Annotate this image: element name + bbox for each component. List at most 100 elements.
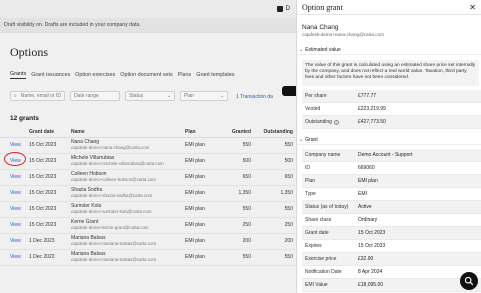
row-value: Ordinary xyxy=(358,217,378,223)
row-value: £18,095.00 xyxy=(358,282,384,288)
table-row: View 15 Oct 2023 Kerrie Grant capdesk-demo+… xyxy=(0,217,296,234)
table-row: View 15 Oct 2023 Shazia Sodha capdesk-demo+… xyxy=(0,185,296,202)
granted-cell: 500 xyxy=(221,153,255,170)
search-input[interactable]: ⌕ Name, email or ID xyxy=(10,91,65,101)
grant-detail-row: Notification Date 8 Apr 2024 xyxy=(302,266,481,279)
table-row: View 15 Oct 2023 Colleen Hobson capdesk-dem… xyxy=(0,169,296,186)
name-cell: Surinder Kola capdesk-demo+surinder-kola@… xyxy=(71,201,185,218)
granted-cell: 550 xyxy=(221,201,255,218)
grant-detail-row: Exercise price £32.90 xyxy=(302,253,481,266)
status-select[interactable]: Status ⌄ xyxy=(125,91,175,101)
grant-detail-row: EMI Value £18,095.00 xyxy=(302,279,481,292)
close-icon[interactable]: ✕ xyxy=(469,3,476,12)
row-label: Outstanding i xyxy=(302,119,358,125)
row-value: 8 Apr 2024 xyxy=(358,269,383,275)
row-label: Per share xyxy=(302,93,358,99)
view-link[interactable]: View xyxy=(0,201,29,218)
grant-section-header[interactable]: ⌄ Grant xyxy=(297,135,481,145)
granted-cell: 250 xyxy=(221,217,255,234)
grant-date-cell: 15 Oct 2023 xyxy=(29,169,71,186)
view-link[interactable]: View xyxy=(0,169,29,186)
granted-cell: 550 xyxy=(221,137,255,154)
tab-grant-templates[interactable]: Grant templates xyxy=(196,72,234,78)
row-value: EMI xyxy=(358,191,367,197)
col-header-plan[interactable]: Plan xyxy=(185,127,221,138)
chevron-down-icon: ⌄ xyxy=(299,46,304,53)
option-grant-panel: Option grant ✕ Nana Chang capdesk-demo+n… xyxy=(296,0,481,293)
highlight-circle xyxy=(4,152,26,166)
holder-info: Nana Chang capdesk-demo+nana-chang@carta… xyxy=(297,15,481,45)
row-value: 15 Oct 2033 xyxy=(358,243,386,249)
row-label: Vested xyxy=(302,106,358,112)
page-title: Options xyxy=(10,45,49,59)
chevron-down-icon: ⌄ xyxy=(299,136,304,143)
date-range-input[interactable]: Date range xyxy=(70,91,120,101)
col-header-granted[interactable]: Granted xyxy=(221,127,255,138)
tab-plans[interactable]: Plans xyxy=(178,72,192,78)
view-link[interactable]: View xyxy=(0,249,29,266)
search-icon: ⌕ xyxy=(14,93,17,99)
name-cell: Colleen Hobson capdesk-demo+colleen-hobso… xyxy=(71,169,185,186)
grant-date-cell: 15 Oct 2023 xyxy=(29,185,71,202)
table-row: View 1 Dec 2023 Mariana Balsas capdesk-demo… xyxy=(0,233,296,250)
outstanding-cell: 550 xyxy=(255,249,296,266)
name-cell: Mariana Balsas capdesk-demo+mariana-balsa… xyxy=(71,249,185,266)
col-header-name[interactable]: Name xyxy=(71,127,185,138)
outstanding-cell: 500 xyxy=(255,153,296,170)
grant-date-cell: 15 Oct 2023 xyxy=(29,217,71,234)
view-link[interactable]: View xyxy=(0,233,29,250)
view-link[interactable]: View xyxy=(0,185,29,202)
estimated-value-row: Vested £223,219.99 xyxy=(302,103,481,116)
row-value: EMI plan xyxy=(358,178,378,184)
view-link[interactable]: View xyxy=(0,137,29,154)
grant-detail-row: ID 669060 xyxy=(302,162,481,175)
topbar-letter: D xyxy=(285,6,290,12)
holder-email: capdesk-demo+kerrie-grant@carta.com xyxy=(71,225,149,230)
view-link[interactable]: View xyxy=(0,217,29,234)
grant-details-list: Company name Demo Account - Support ID 6690… xyxy=(297,149,481,293)
outstanding-cell: 200 xyxy=(255,233,296,250)
holder-email: capdesk-demo+nana-chang@carta.com xyxy=(71,145,150,150)
col-header-outstanding[interactable]: Outstanding xyxy=(255,127,296,138)
estimated-value-note: The value of this grant is calculated us… xyxy=(302,60,479,86)
plan-cell: EMI plan xyxy=(185,169,221,186)
row-label-text: Per share xyxy=(305,93,327,99)
search-fab-button[interactable] xyxy=(460,272,478,290)
holder-email: capdesk-demo+mariana-balsas@carta.com xyxy=(71,241,157,246)
row-label: Grant date xyxy=(305,230,329,236)
plan-select[interactable]: Plan ⌄ xyxy=(180,91,228,101)
row-value: Active xyxy=(358,204,372,210)
table-row: View 15 Oct 2023 Surinder Kola capdesk-demo… xyxy=(0,201,296,218)
estimated-value-section-header[interactable]: ⌄ Estimated value xyxy=(297,45,481,55)
grant-count: 12 grants xyxy=(10,115,39,122)
row-label: Company name xyxy=(305,152,341,158)
tab-option-document-sets[interactable]: Option document sets xyxy=(120,72,172,78)
grant-date-cell: 15 Oct 2023 xyxy=(29,153,71,170)
plan-cell: EMI plan xyxy=(185,249,221,266)
plan-cell: EMI plan xyxy=(185,137,221,154)
row-label: Expires xyxy=(305,243,322,249)
row-label: EMI Value xyxy=(305,282,328,288)
grant-detail-row: Status (as of today) Active xyxy=(302,201,481,214)
col-header-grant-date[interactable]: Grant date xyxy=(29,127,71,138)
outstanding-cell: 550 xyxy=(255,201,296,218)
tab-option-exercises[interactable]: Option exercises xyxy=(75,72,115,78)
transactions-link[interactable]: 1 Transaction da xyxy=(236,91,273,100)
estimated-value-list: Per share £777.77 Vested £223,219.99 Outstan… xyxy=(297,90,481,129)
outstanding-cell: 650 xyxy=(255,169,296,186)
grant-detail-row: Type EMI xyxy=(302,188,481,201)
info-icon[interactable]: i xyxy=(333,119,339,125)
table-row: View 15 Oct 2023 Michele Villarrubias capde… xyxy=(0,153,296,170)
granted-cell: 1,350 xyxy=(221,185,255,202)
tab-grants[interactable]: Grants xyxy=(10,71,27,79)
estimated-value-label: Estimated value xyxy=(305,46,341,53)
row-label: Share class xyxy=(305,217,332,223)
row-label: ID xyxy=(305,165,310,171)
grant-detail-row: Share class Ordinary xyxy=(302,214,481,227)
status-placeholder: Status xyxy=(129,93,144,99)
tab-grant-issuances[interactable]: Grant issuances xyxy=(31,72,70,78)
panel-title: Option grant xyxy=(302,2,343,12)
plan-cell: EMI plan xyxy=(185,233,221,250)
row-value: Demo Account - Support xyxy=(358,152,413,158)
action-button[interactable] xyxy=(282,86,296,96)
